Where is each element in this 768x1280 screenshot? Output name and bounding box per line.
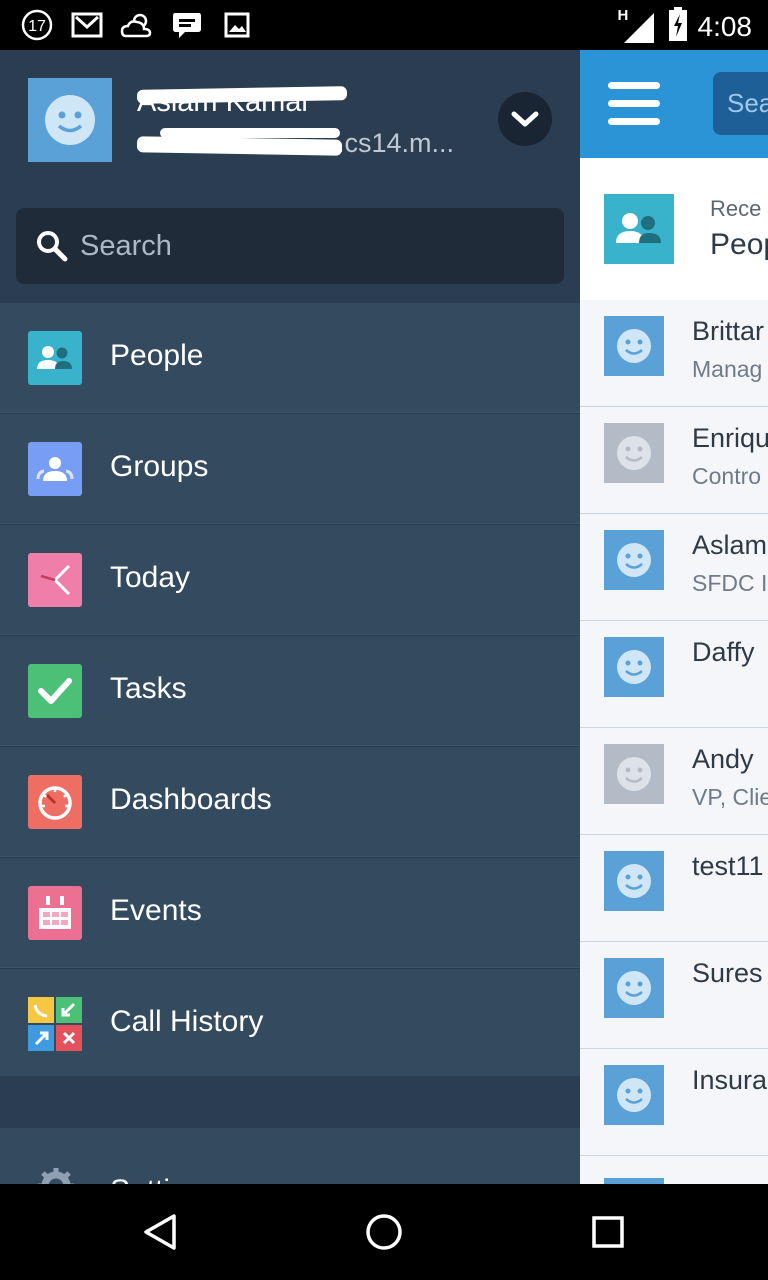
menu-label: People — [110, 339, 204, 372]
avatar — [604, 316, 664, 376]
back-icon — [144, 1214, 176, 1250]
recent-title: Peop — [710, 228, 768, 261]
person-name: Brittar — [692, 316, 765, 346]
list-item[interactable]: test11 — [580, 835, 768, 942]
gmail-icon — [70, 8, 104, 42]
avatar — [604, 1065, 664, 1125]
account-switcher-button[interactable] — [498, 92, 552, 146]
menu-label: Dashboards — [110, 783, 272, 816]
menu-item-today[interactable]: Today — [0, 524, 580, 635]
navigation-drawer: Aslam Kamal .cs14.m... People Groups — [0, 50, 580, 1184]
status-bar: 17 H 4:08 — [0, 0, 768, 50]
menu-item-groups[interactable]: Groups — [0, 413, 580, 524]
menu-item-dashboards[interactable]: Dashboards — [0, 746, 580, 857]
home-button[interactable] — [360, 1208, 408, 1256]
person-name: Daffy — [692, 637, 755, 667]
system-nav-bar — [0, 1184, 768, 1280]
people-icon — [604, 194, 674, 264]
app-header: Sea — [580, 50, 768, 158]
call-history-icon — [28, 997, 82, 1051]
menu-icon[interactable] — [608, 82, 660, 126]
menu-label: Groups — [110, 450, 209, 483]
list-item[interactable]: Enriqu Contro — [580, 407, 768, 514]
avatar — [604, 423, 664, 483]
people-icon — [28, 331, 82, 385]
list-item[interactable]: Brittar Manag — [580, 300, 768, 407]
recent-people-card[interactable]: Rece Peop — [580, 158, 768, 301]
avatar — [604, 958, 664, 1018]
person-title: SFDC I — [692, 570, 768, 596]
gear-icon — [38, 1168, 74, 1184]
recents-icon — [592, 1216, 624, 1248]
person-name: Insura — [692, 1065, 768, 1095]
avatar — [604, 637, 664, 697]
chat-icon — [170, 8, 204, 42]
person-title: Contro — [692, 463, 762, 489]
person-name: Sures — [692, 958, 763, 988]
home-icon — [366, 1214, 402, 1250]
menu-label: Events — [110, 894, 202, 927]
dashboards-icon — [28, 775, 82, 829]
profile-header[interactable]: Aslam Kamal .cs14.m... — [0, 50, 580, 192]
svg-text:17: 17 — [28, 18, 46, 35]
list-item[interactable]: Aslam SFDC I — [580, 514, 768, 621]
person-title: VP, Clie — [692, 784, 768, 810]
weather-icon — [120, 8, 154, 42]
person-name: Aslam — [692, 530, 768, 560]
drawer-menu: People Groups Today Tasks Dashboards Eve… — [0, 302, 580, 1079]
network-label: H — [617, 6, 629, 24]
list-item[interactable]: Daffy — [580, 621, 768, 728]
chevron-down-icon — [511, 111, 539, 127]
menu-label: Today — [110, 561, 191, 594]
battery-icon — [668, 6, 688, 47]
menu-item-people[interactable]: People — [0, 302, 580, 413]
people-list-view: Sea Rece Peop Brittar Manag Enriqu Contr… — [580, 50, 768, 1184]
avatar — [604, 851, 664, 911]
avatar — [604, 530, 664, 590]
status-time: 4:08 — [697, 10, 753, 42]
menu-item-settings[interactable]: Settings — [0, 1128, 580, 1184]
drawer-search-area — [0, 192, 580, 302]
search-input[interactable] — [78, 208, 550, 284]
search-box[interactable] — [16, 208, 564, 284]
notification-count-icon: 17 — [20, 8, 54, 42]
recents-button[interactable] — [584, 1208, 632, 1256]
avatar — [28, 78, 112, 162]
image-icon — [220, 8, 254, 42]
list-item[interactable] — [580, 1156, 768, 1184]
list-item[interactable]: Andy VP, Clie — [580, 728, 768, 835]
today-icon — [28, 553, 82, 607]
signal-icon: H — [617, 6, 658, 45]
recent-label: Rece — [710, 196, 762, 221]
back-button[interactable] — [136, 1208, 184, 1256]
header-search-field[interactable]: Sea — [713, 72, 768, 135]
person-name: Andy — [692, 744, 754, 774]
redaction-mark — [136, 86, 348, 104]
menu-divider — [0, 1076, 580, 1128]
groups-icon — [28, 442, 82, 496]
menu-label: Tasks — [110, 672, 187, 705]
person-title: Manag — [692, 356, 763, 382]
search-icon — [37, 231, 68, 262]
list-item[interactable]: Insura — [580, 1049, 768, 1156]
events-icon — [28, 886, 82, 940]
person-name: Enriqu — [692, 423, 768, 453]
person-name: test11 — [692, 851, 764, 881]
menu-item-events[interactable]: Events — [0, 857, 580, 968]
avatar — [604, 744, 664, 804]
tasks-icon — [28, 664, 82, 718]
menu-label: Settings — [110, 1174, 218, 1184]
menu-item-tasks[interactable]: Tasks — [0, 635, 580, 746]
list-item[interactable]: Sures — [580, 942, 768, 1049]
menu-label: Call History — [110, 1005, 264, 1038]
menu-item-call-history[interactable]: Call History — [0, 968, 580, 1079]
